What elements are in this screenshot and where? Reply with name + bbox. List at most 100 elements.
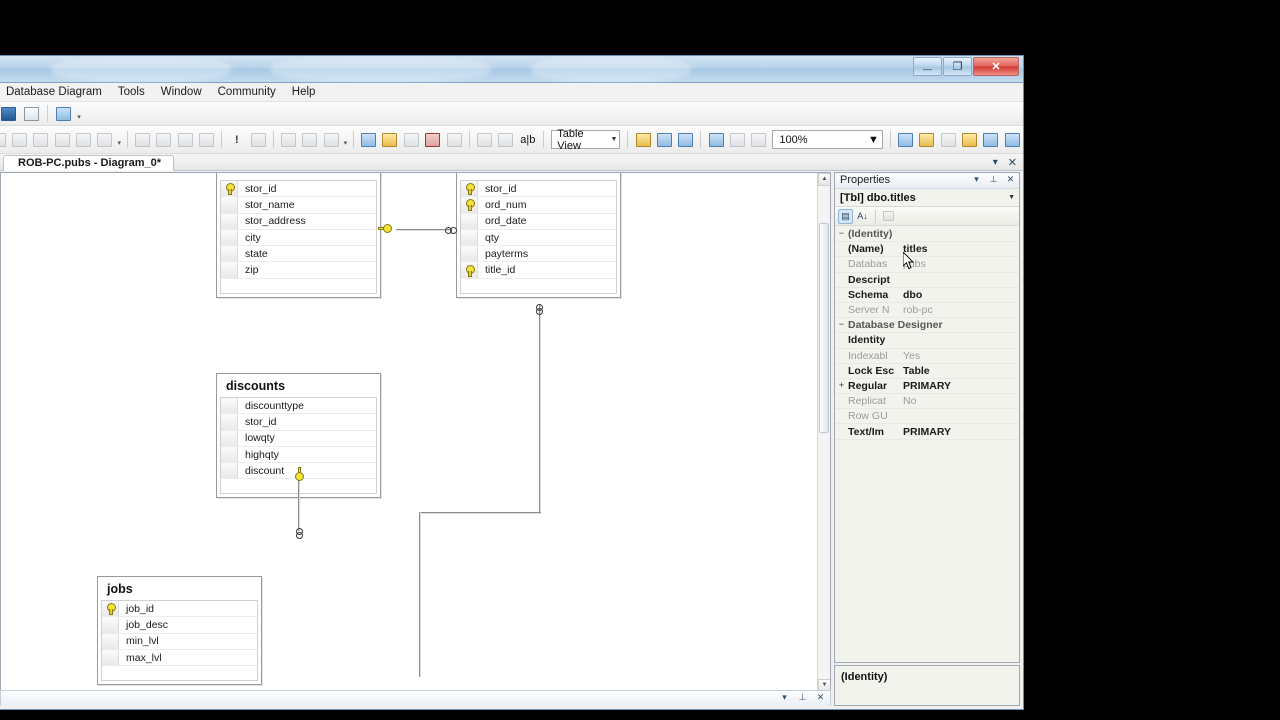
indexes-button[interactable]: [279, 129, 298, 150]
canvas-vertical-scrollbar[interactable]: ▲ ▼: [817, 173, 830, 692]
zoom-select[interactable]: 100% ▼: [772, 130, 883, 149]
table-column-row[interactable]: stor_id: [461, 181, 616, 198]
print-button[interactable]: [21, 103, 42, 124]
active-files-dropdown-icon[interactable]: ▾: [993, 157, 998, 168]
pin-icon[interactable]: ⊥: [797, 691, 808, 704]
property-row[interactable]: Indexabl Yes: [835, 349, 1019, 364]
save-button[interactable]: [0, 103, 19, 124]
close-button[interactable]: ✕: [973, 57, 1019, 76]
menu-item-window[interactable]: Window: [153, 84, 210, 100]
relationship-stores-discounts[interactable]: [298, 476, 300, 531]
property-row[interactable]: Lock Esc Table: [835, 364, 1019, 379]
dropdown-icon[interactable]: ▾: [971, 173, 982, 186]
dropdown-icon[interactable]: ▾: [779, 691, 790, 704]
recalc-breaks-2-button[interactable]: [728, 129, 747, 150]
properties-grid[interactable]: − (Identity) (Name) titles Databas pubs Descri…: [835, 227, 1019, 662]
property-row[interactable]: Databas pubs: [835, 257, 1019, 273]
remove-from-diagram-button[interactable]: [31, 129, 50, 150]
page-breaks-button[interactable]: [133, 129, 152, 150]
relationship-stores-sales[interactable]: [396, 229, 451, 231]
menu-item-tools[interactable]: Tools: [110, 84, 153, 100]
add-related-tables-button[interactable]: [0, 129, 8, 150]
table-column-row[interactable]: stor_id: [221, 414, 376, 431]
property-row[interactable]: Row GU: [835, 409, 1019, 425]
diagram-table-jobs[interactable]: jobs job_id job_desc min_lvl max_lvl: [97, 576, 262, 686]
table-column-row[interactable]: payterms: [461, 246, 616, 263]
table-column-row[interactable]: min_lvl: [102, 633, 257, 650]
property-row[interactable]: + Regular PRIMARY: [835, 379, 1019, 395]
property-value[interactable]: PRIMARY: [903, 426, 951, 438]
standard-toolbar-overflow[interactable]: ▾: [75, 103, 83, 124]
arrange-selection-button[interactable]: [74, 129, 93, 150]
property-row[interactable]: Descript: [835, 273, 1019, 288]
table-column-row[interactable]: lowqty: [221, 430, 376, 447]
table-column-grid[interactable]: job_id job_desc min_lvl max_lvl: [101, 600, 258, 682]
table-column-row[interactable]: zip: [221, 262, 376, 279]
minimize-button[interactable]: —: [913, 57, 942, 76]
table-column-row[interactable]: qty: [461, 229, 616, 247]
xml-indexes-button[interactable]: [321, 129, 340, 150]
recalculate-breaks-button[interactable]: [154, 129, 173, 150]
autosize-button[interactable]: [53, 129, 72, 150]
table-column-row[interactable]: ord_num: [461, 197, 616, 214]
maximize-button[interactable]: ❐: [943, 57, 972, 76]
diagram-toolbar-overflow-2[interactable]: ▾: [342, 129, 349, 150]
new-db-diagram-button[interactable]: [380, 129, 399, 150]
pin-icon[interactable]: ⊥: [988, 173, 999, 186]
collapse-icon[interactable]: −: [835, 320, 848, 330]
property-value[interactable]: titles: [903, 243, 928, 255]
relationship-sales-titles-seg2[interactable]: [419, 512, 541, 514]
table-column-grid[interactable]: stor_id stor_name stor_address city state zip: [220, 180, 377, 294]
diagram-table-sales[interactable]: sales stor_id ord_num ord_dateqty payterms ti…: [456, 173, 621, 298]
property-row[interactable]: Replicat No: [835, 394, 1019, 410]
table-column-row[interactable]: state: [221, 246, 376, 263]
property-pages-button[interactable]: [881, 209, 896, 224]
delete-table-button[interactable]: [10, 129, 29, 150]
property-row[interactable]: Server N rob-pc: [835, 303, 1019, 319]
property-row[interactable]: − Database Designer: [835, 318, 1019, 334]
table-column-row[interactable]: ord_date: [461, 213, 616, 230]
page-breaks-2-button[interactable]: [706, 129, 725, 150]
collapse-icon[interactable]: −: [835, 229, 848, 239]
text-view-label[interactable]: a|b: [516, 134, 539, 146]
alphabetical-button[interactable]: A↓: [855, 209, 870, 224]
fulltext-indexes-button[interactable]: [300, 129, 319, 150]
show-relationships-button[interactable]: [896, 129, 915, 150]
property-value[interactable]: rob-pc: [903, 304, 933, 316]
diagram-toolbar-overflow-1[interactable]: ▾: [116, 129, 123, 150]
table-column-row[interactable]: job_desc: [102, 617, 257, 634]
relationships-button[interactable]: [248, 129, 267, 150]
table-column-row[interactable]: max_lvl: [102, 649, 257, 667]
change-type-button[interactable]: [496, 129, 515, 150]
set-primary-key-button[interactable]: [917, 129, 936, 150]
zoom-to-fit-button[interactable]: [676, 129, 695, 150]
menu-item-database-diagram[interactable]: Database Diagram: [0, 84, 110, 100]
property-row[interactable]: (Name) titles: [835, 242, 1019, 258]
categorized-button[interactable]: ▤: [838, 208, 853, 224]
relationship-sales-titles-seg1[interactable]: [539, 304, 541, 514]
property-row[interactable]: Identity: [835, 333, 1019, 349]
property-value[interactable]: No: [903, 395, 916, 407]
new-query-button[interactable]: [359, 129, 378, 150]
autosize-2-button[interactable]: [749, 129, 768, 150]
close-icon[interactable]: ✕: [815, 691, 826, 704]
show-grid-button[interactable]: [960, 129, 979, 150]
property-value[interactable]: pubs: [903, 258, 926, 270]
verify-sql-button[interactable]: [444, 129, 463, 150]
view-select[interactable]: Table View ▼: [551, 128, 621, 152]
add-group-by-button[interactable]: [475, 129, 494, 150]
table-column-row[interactable]: highqty: [221, 446, 376, 464]
menu-item-community[interactable]: Community: [210, 84, 284, 100]
table-column-grid[interactable]: stor_id ord_num ord_date qty payterms title_i…: [460, 180, 617, 294]
property-value[interactable]: Table: [903, 365, 930, 377]
diagram-table-stores[interactable]: storesstor_idstor_namestor_addresscityst…: [216, 173, 381, 298]
property-row[interactable]: − (Identity): [835, 227, 1019, 243]
font-button[interactable]: [633, 129, 652, 150]
arrange-sel-2-button[interactable]: [655, 129, 674, 150]
print-preview-button[interactable]: [53, 103, 74, 124]
document-tab-diagram0[interactable]: ROB-PC.pubs - Diagram_0*: [3, 155, 175, 171]
menu-item-help[interactable]: Help: [284, 84, 324, 100]
table-column-row[interactable]: stor_name: [221, 197, 376, 214]
close-icon[interactable]: ✕: [1008, 156, 1017, 169]
table-column-row[interactable]: stor_address: [221, 213, 376, 230]
